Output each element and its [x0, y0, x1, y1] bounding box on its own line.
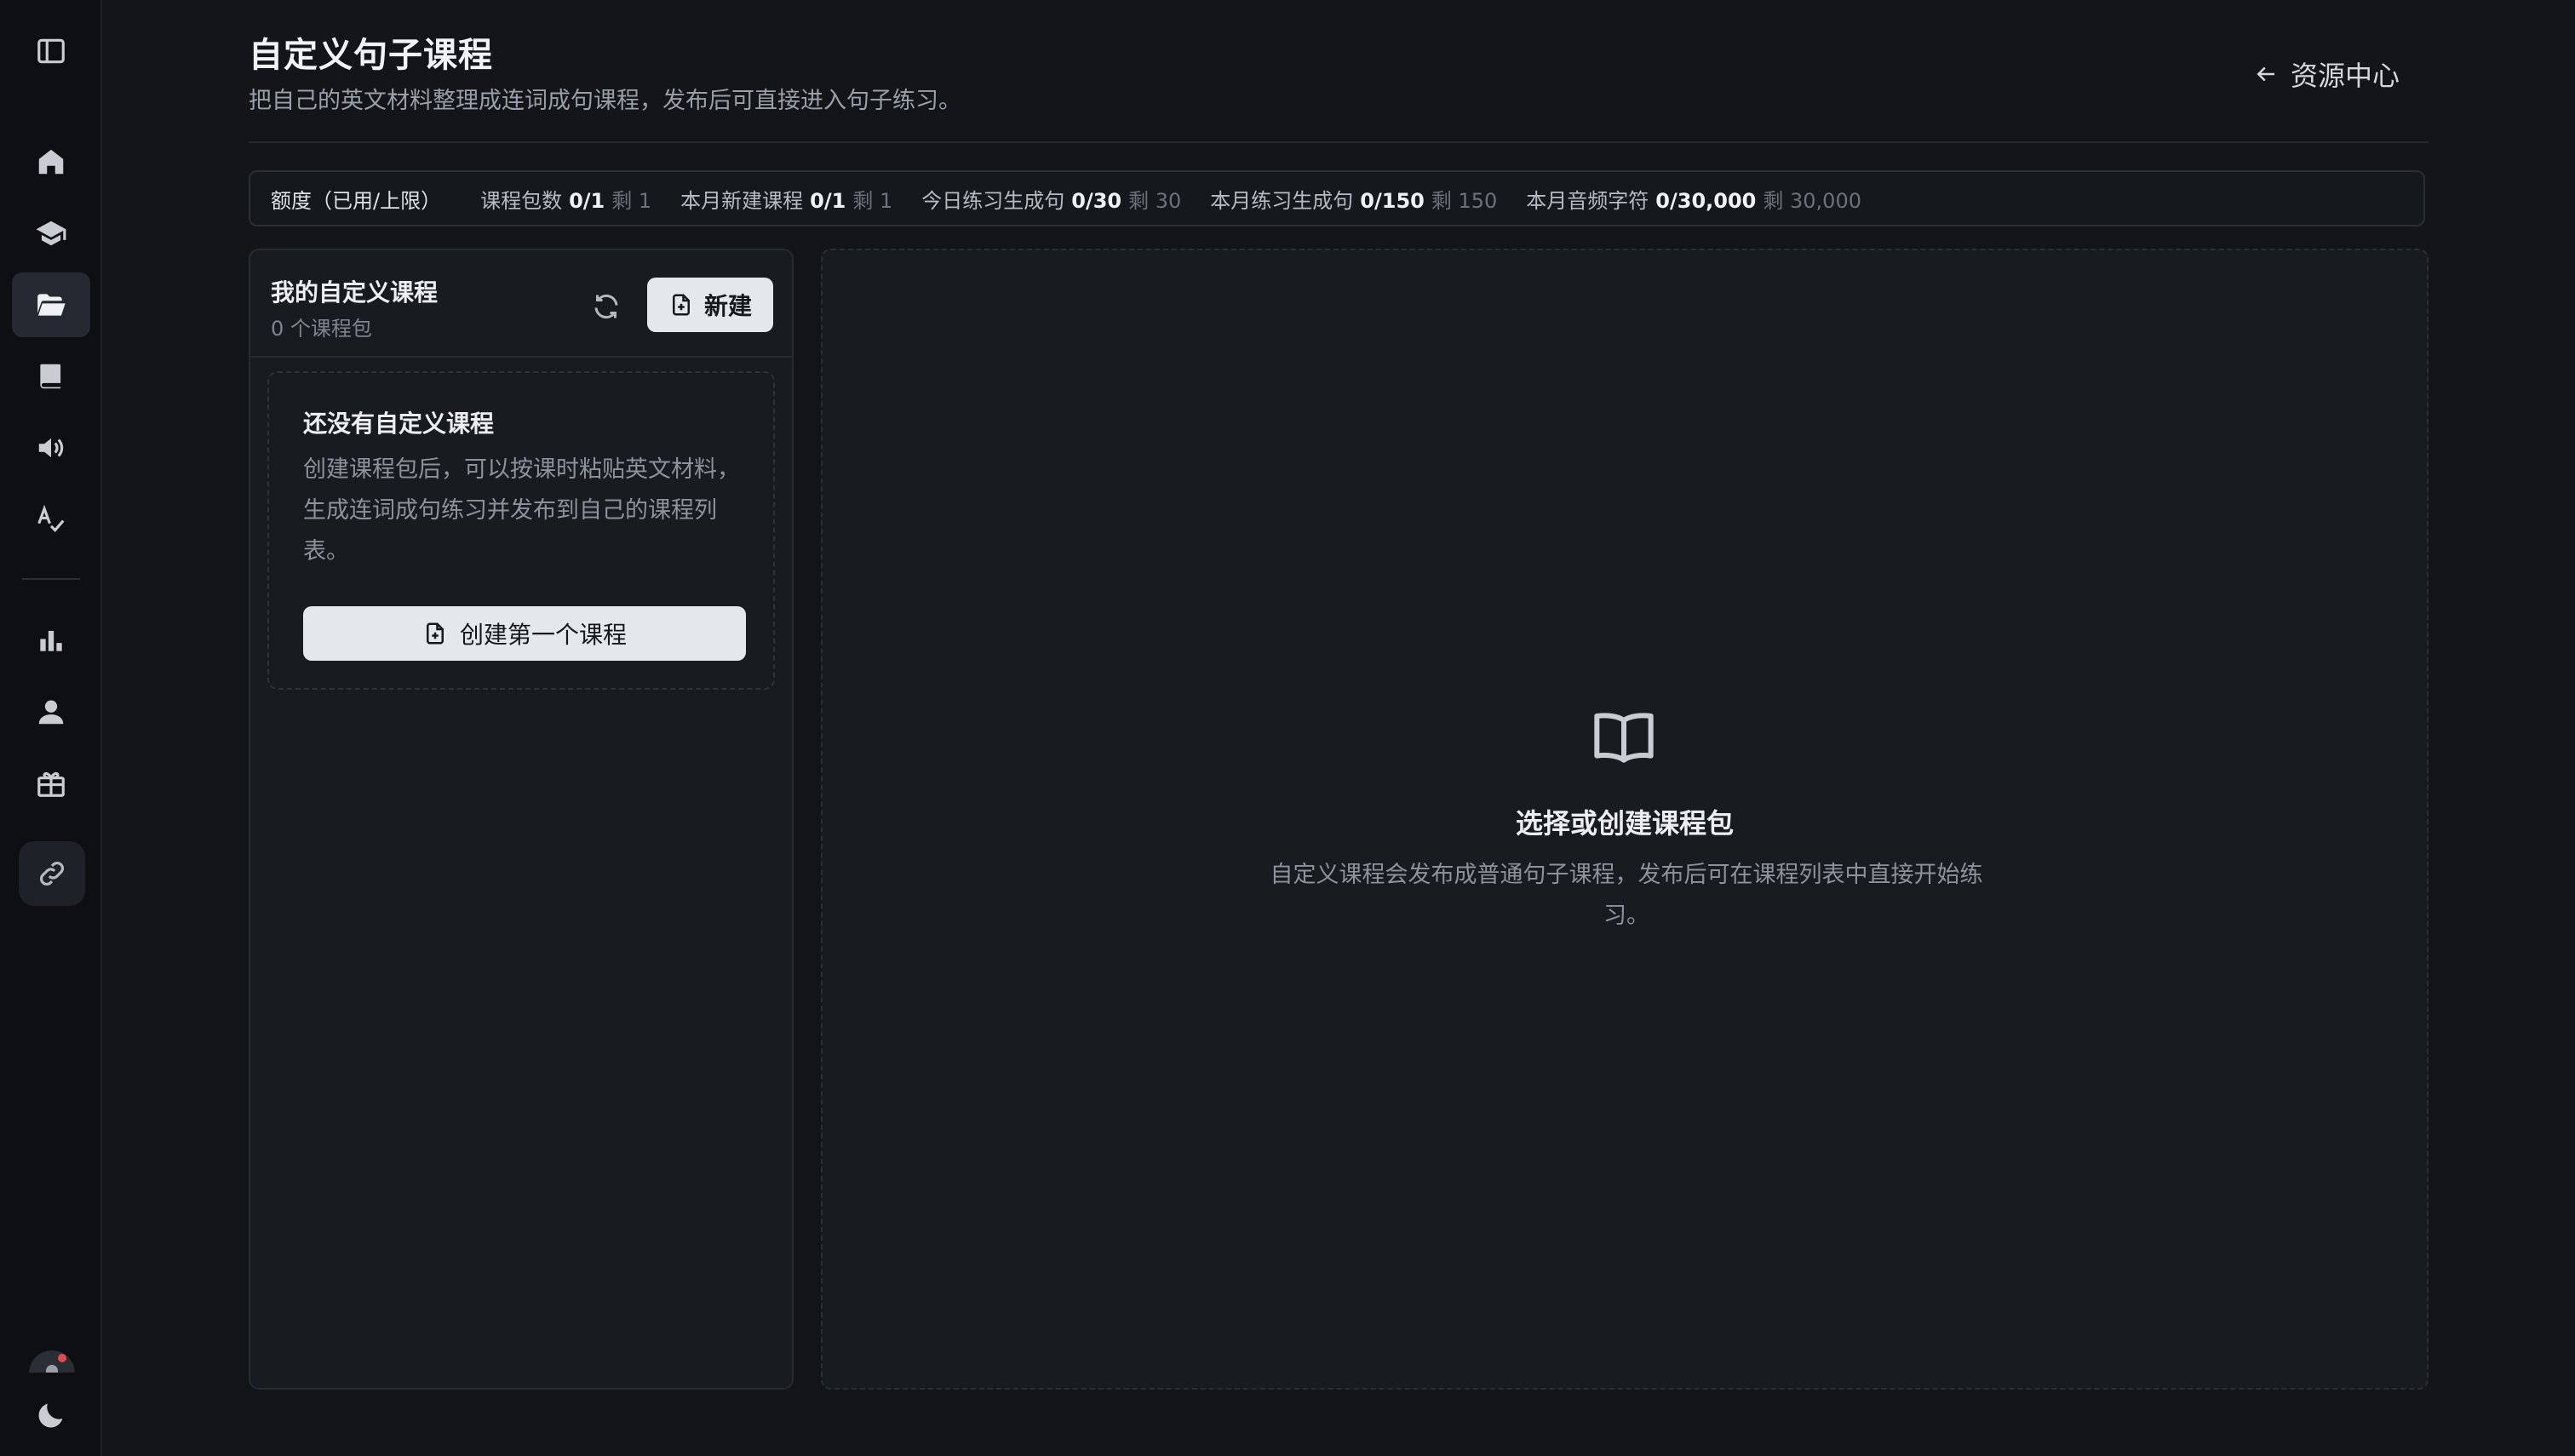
- file-plus-icon: [672, 294, 690, 316]
- notification-dot: [58, 1354, 66, 1362]
- header-divider: [249, 141, 2429, 143]
- back-to-resources-link[interactable]: 资源中心: [2253, 54, 2400, 94]
- quota-bar: 额度（已用/上限） 课程包数 0/1 剩 1 本月新建课程 0/1 剩 1 今日练习生成…: [249, 170, 2425, 226]
- theme-toggle-button[interactable]: [34, 1398, 68, 1432]
- courses-panel: 我的自定义课程 0 个课程包 新建 还没有自定义课程 创建课程包后，可以按课时粘…: [249, 249, 794, 1390]
- graduation-cap-icon: [36, 221, 66, 246]
- courses-panel-divider: [250, 356, 792, 358]
- sidebar-item-gift[interactable]: [12, 751, 90, 816]
- new-course-label: 新建: [703, 292, 752, 320]
- quota-name: 本月新建课程: [680, 188, 804, 213]
- create-first-course-label: 创建第一个课程: [459, 621, 627, 649]
- sidebar-item-profile[interactable]: [12, 679, 90, 744]
- sidebar-divider: [22, 578, 80, 580]
- quota-name: 本月练习生成句: [1210, 188, 1354, 213]
- quota-item: 本月新建课程 0/1 剩 1: [680, 184, 892, 214]
- book-icon: [40, 364, 61, 389]
- quota-value: 0/30: [1071, 188, 1122, 213]
- link-icon: [40, 862, 64, 886]
- course-count: 0 个课程包: [271, 317, 372, 341]
- quota-name: 课程包数: [480, 188, 563, 213]
- quota-value: 0/1: [810, 188, 846, 213]
- sidebar-item-home[interactable]: [12, 129, 90, 194]
- empty-state-card: 还没有自定义课程 创建课程包后，可以按课时粘贴英文材料，生成连词成句练习并发布到…: [267, 371, 775, 690]
- sidebar-item-book[interactable]: [12, 344, 90, 409]
- create-first-course-button[interactable]: 创建第一个课程: [303, 606, 746, 661]
- detail-empty-title: 选择或创建课程包: [1515, 807, 1734, 840]
- quota-remain: 剩 1: [611, 188, 652, 213]
- page-subtitle: 把自己的英文材料整理成连词成句课程，发布后可直接进入句子练习。: [249, 88, 961, 114]
- arrow-left-icon: [2257, 66, 2274, 82]
- quota-remain: 剩 30,000: [1763, 188, 1861, 213]
- courses-panel-title: 我的自定义课程: [271, 278, 439, 307]
- quota-value: 0/150: [1360, 188, 1425, 213]
- detail-empty-description: 自定义课程会发布成普通句子课程，发布后可在课程列表中直接开始练习。: [1270, 862, 1983, 929]
- back-link-label: 资源中心: [2290, 60, 2400, 92]
- sidebar-item-stats[interactable]: [12, 608, 90, 673]
- quota-name: 今日练习生成句: [921, 188, 1065, 213]
- quota-item: 本月音频字符 0/30,000 剩 30,000: [1526, 184, 1861, 214]
- user-icon: [38, 700, 64, 725]
- sidebar-toggle-icon: [37, 38, 65, 64]
- folder-open-icon: [37, 294, 66, 316]
- open-book-icon: [1594, 713, 1654, 763]
- quota-remain: 剩 30: [1128, 188, 1182, 213]
- sidebar-item-resources[interactable]: [12, 272, 90, 337]
- moon-icon: [38, 1403, 63, 1428]
- bar-chart-icon: [40, 630, 62, 651]
- quota-item: 本月练习生成句 0/150 剩 150: [1210, 184, 1497, 214]
- quota-name: 本月音频字符: [1526, 188, 1649, 213]
- sidebar-item-audio[interactable]: [12, 416, 90, 480]
- quota-value: 0/30,000: [1655, 188, 1757, 213]
- sidebar-item-courses[interactable]: [12, 201, 90, 266]
- refresh-button[interactable]: [582, 283, 630, 330]
- bell-icon: [29, 1350, 75, 1373]
- sidebar-item-spelling[interactable]: [12, 487, 90, 552]
- quota-item: 课程包数 0/1 剩 1: [480, 184, 651, 214]
- file-plus-icon: [426, 622, 444, 645]
- gift-icon: [37, 771, 65, 797]
- sidebar-item-link[interactable]: [19, 841, 85, 906]
- notifications-button[interactable]: [29, 1350, 75, 1373]
- empty-state-description: 创建课程包后，可以按课时粘贴英文材料，生成连词成句练习并发布到自己的课程列表。: [303, 456, 740, 565]
- empty-state-title: 还没有自定义课程: [303, 410, 495, 438]
- new-course-button[interactable]: 新建: [647, 278, 773, 332]
- refresh-icon: [594, 294, 618, 319]
- quota-value: 0/1: [569, 188, 605, 213]
- sidebar-toggle-button[interactable]: [12, 19, 90, 83]
- page-title: 自定义句子课程: [249, 36, 493, 75]
- home-icon: [38, 149, 64, 175]
- quota-remain: 剩 150: [1431, 188, 1498, 213]
- sidebar: [0, 0, 102, 1456]
- course-detail-panel: 选择或创建课程包 自定义课程会发布成普通句子课程，发布后可在课程列表中直接开始练…: [821, 249, 2429, 1390]
- quota-label: 额度（已用/上限）: [271, 188, 442, 213]
- spell-check-icon: [37, 504, 65, 532]
- quota-item: 今日练习生成句 0/30 剩 30: [921, 184, 1181, 214]
- speaker-icon: [38, 438, 64, 458]
- quota-remain: 剩 1: [852, 188, 893, 213]
